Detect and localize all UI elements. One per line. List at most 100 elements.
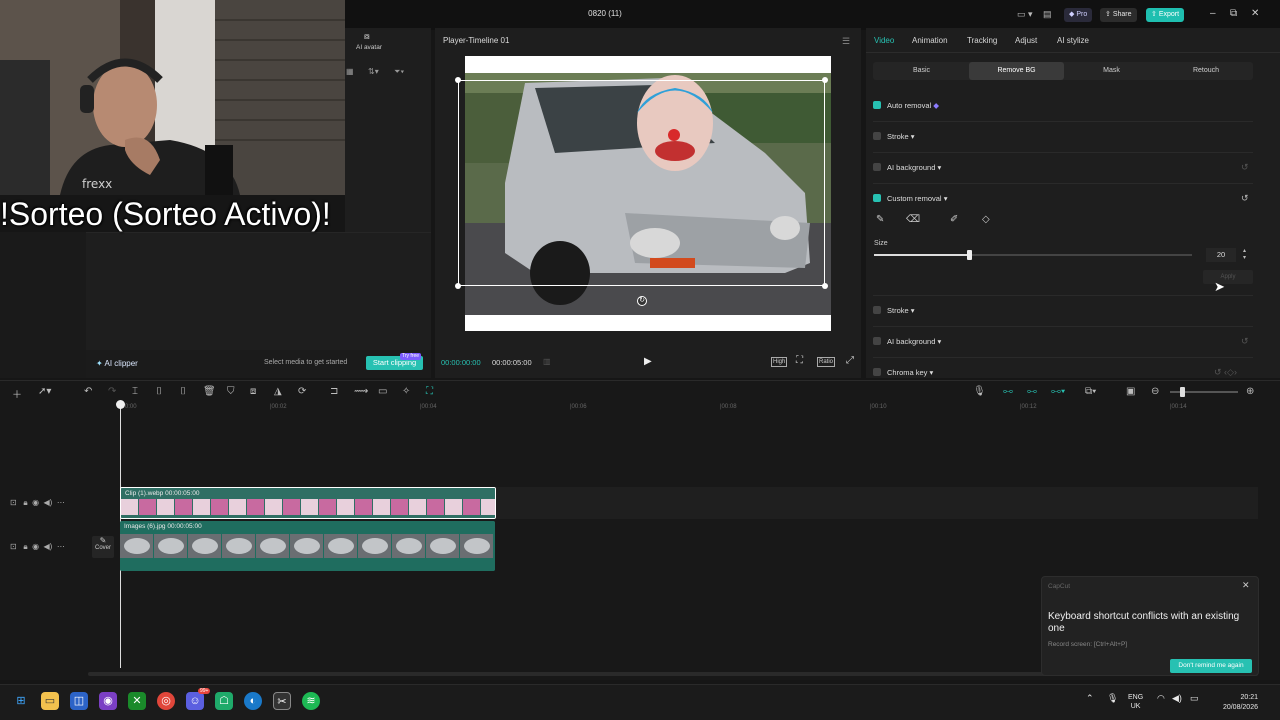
stroke-row-2[interactable]: Stroke ▾ — [873, 306, 915, 315]
resize-handle[interactable] — [455, 77, 461, 83]
app-icon[interactable]: ◉ — [99, 692, 117, 710]
crop-icon[interactable]: ⧈ — [250, 386, 256, 397]
resize-handle[interactable] — [822, 283, 828, 289]
layout-icon[interactable]: ▭ ▾ — [1017, 9, 1033, 20]
close-icon[interactable]: ✕ — [1242, 580, 1250, 591]
stepper-icon[interactable]: ▴ ▾ — [1243, 248, 1246, 262]
resize-handle[interactable] — [822, 77, 828, 83]
share-button[interactable]: ⇪ Share — [1100, 8, 1137, 22]
shortcuts-icon[interactable]: ▤ — [1043, 9, 1052, 20]
wifi-icon[interactable]: ◠ — [1157, 693, 1165, 704]
ai-background-row[interactable]: AI background ▾ — [873, 163, 941, 172]
marker-icon[interactable]: ⛉ — [227, 386, 235, 397]
chrome-icon[interactable]: ◎ — [157, 692, 175, 710]
microphone-tray-icon[interactable]: 🎙 — [1107, 693, 1118, 704]
tab-tracking[interactable]: Tracking — [967, 36, 997, 45]
size-slider-handle[interactable] — [967, 250, 973, 260]
video-clip-1[interactable]: Clip (1).webp 00:00:05:00 — [120, 487, 496, 519]
export-button[interactable]: ⇧ Export — [1146, 8, 1185, 22]
mirror-icon[interactable]: ◮ — [274, 386, 282, 397]
fit-timeline-icon[interactable]: ▣ — [1126, 386, 1135, 397]
pro-button[interactable]: ◆ Pro — [1064, 8, 1093, 22]
tab-adjust[interactable]: Adjust — [1015, 36, 1037, 45]
undo-icon[interactable]: ↶ — [84, 386, 92, 397]
custom-removal-row[interactable]: Custom removal ▾ — [873, 194, 947, 203]
reset-icon[interactable]: ↺ — [1241, 193, 1249, 204]
checkbox-icon[interactable] — [873, 101, 881, 109]
dont-remind-button[interactable]: Don't remind me again — [1170, 659, 1252, 673]
filter-icon[interactable]: ⏷▾ — [394, 67, 404, 77]
fit-icon[interactable]: ⛶ — [796, 355, 803, 366]
size-value-input[interactable]: 20 — [1206, 248, 1236, 262]
track-controls[interactable]: ⊡ 🔒︎ ◉ ◀) ⋯ — [10, 542, 65, 552]
magic-icon[interactable]: ✧ — [402, 386, 410, 397]
spotify-icon[interactable]: ≋ — [302, 692, 320, 710]
reset-icon[interactable]: ↺ ‹◇› — [1214, 367, 1237, 378]
discord-icon[interactable]: ☺ — [186, 692, 204, 710]
stroke-row[interactable]: Stroke ▾ — [873, 132, 915, 141]
language-indicator[interactable]: ENG UK — [1128, 693, 1143, 711]
rotate-clip-icon[interactable]: ⟳ — [298, 386, 306, 397]
smart-brush-icon[interactable]: ✎ — [876, 214, 884, 225]
delete-icon[interactable]: 🗑 — [203, 386, 216, 397]
split-right-icon[interactable]: ⌷ — [180, 386, 186, 397]
speed-icon[interactable]: ⟿ — [354, 386, 368, 397]
chroma-key-row[interactable]: Chroma key ▾ — [873, 368, 933, 377]
brush-icon[interactable]: ✐ — [950, 214, 958, 225]
clock[interactable]: 20:21 20/08/2026 — [1212, 693, 1258, 713]
store-icon[interactable]: ◫ — [70, 692, 88, 710]
split-icon[interactable]: ⌶ — [132, 386, 138, 397]
minimize-icon[interactable]: – — [1210, 8, 1216, 19]
fullscreen-icon[interactable]: ⤢ — [846, 355, 854, 366]
checkbox-icon[interactable] — [873, 194, 881, 202]
sort-icon[interactable]: ⇅▾ — [368, 67, 379, 76]
ratio-button[interactable]: Ratio — [817, 357, 836, 367]
edge-icon[interactable]: ◐ — [244, 692, 262, 710]
microphone-icon[interactable]: 🎙 — [973, 386, 986, 397]
ai-avatar-tab[interactable]: AI avatar — [356, 44, 382, 51]
subtab-retouch[interactable]: Retouch — [1159, 62, 1253, 80]
tab-ai-stylize[interactable]: AI stylize — [1057, 36, 1089, 45]
capcut-icon[interactable]: ✂ — [273, 692, 291, 710]
freeze-icon[interactable]: ⊐ — [330, 386, 338, 397]
auto-snap-icon[interactable]: ⧟ — [1027, 386, 1037, 397]
tab-animation[interactable]: Animation — [912, 36, 948, 45]
eraser-icon[interactable]: ◇ — [982, 214, 990, 225]
auto-removal-row[interactable]: Auto removal ◆ — [873, 101, 939, 110]
file-explorer-icon[interactable]: ▭ — [41, 692, 59, 710]
zoom-out-icon[interactable]: ⊖ — [1151, 386, 1159, 397]
main-track-magnet-icon[interactable]: ⧟ — [1003, 386, 1013, 397]
maximize-icon[interactable]: ⧉ — [1230, 8, 1237, 19]
chevron-up-icon[interactable]: ⌃ — [1086, 693, 1094, 704]
checkbox-icon[interactable] — [873, 306, 881, 314]
reset-icon[interactable]: ↺ — [1241, 162, 1249, 173]
captions-icon[interactable]: ▭ — [378, 386, 387, 397]
subtab-basic[interactable]: Basic — [874, 62, 969, 80]
chat-app-icon[interactable]: ☖ — [215, 692, 233, 710]
quality-button[interactable]: High — [771, 357, 788, 367]
play-icon[interactable]: ▶ — [644, 356, 652, 367]
preview-axis-icon[interactable]: ⧉▾ — [1085, 386, 1096, 397]
playhead-handle[interactable] — [116, 400, 125, 409]
smart-eraser-icon[interactable]: ⌫ — [906, 214, 920, 225]
split-left-icon[interactable]: ⌷ — [156, 386, 162, 397]
checkbox-icon[interactable] — [873, 368, 881, 376]
grid-view-icon[interactable]: ▦ — [346, 67, 354, 76]
reset-icon[interactable]: ↺ — [1241, 336, 1249, 347]
track-controls[interactable]: ⊡ 🔒︎ ◉ ◀) ⋯ — [10, 498, 65, 508]
resize-handle[interactable] — [455, 283, 461, 289]
cover-button[interactable]: ✎ Cover — [92, 536, 114, 558]
zoom-slider-handle[interactable] — [1180, 387, 1185, 397]
ai-background-row-2[interactable]: AI background ▾ — [873, 337, 941, 346]
rotate-icon[interactable]: ↻ — [637, 296, 647, 306]
selection-box[interactable] — [458, 80, 825, 286]
volume-icon[interactable]: ◀) — [1172, 693, 1182, 704]
add-icon[interactable]: ＋ — [12, 386, 22, 401]
linkage-icon[interactable]: ⧟▾ — [1051, 386, 1065, 397]
subtab-mask[interactable]: Mask — [1064, 62, 1159, 80]
battery-icon[interactable]: ▭ — [1190, 693, 1199, 704]
tab-video[interactable]: Video — [874, 36, 894, 45]
checkbox-icon[interactable] — [873, 163, 881, 171]
subtab-remove-bg[interactable]: Remove BG — [969, 62, 1064, 80]
checkbox-icon[interactable] — [873, 337, 881, 345]
